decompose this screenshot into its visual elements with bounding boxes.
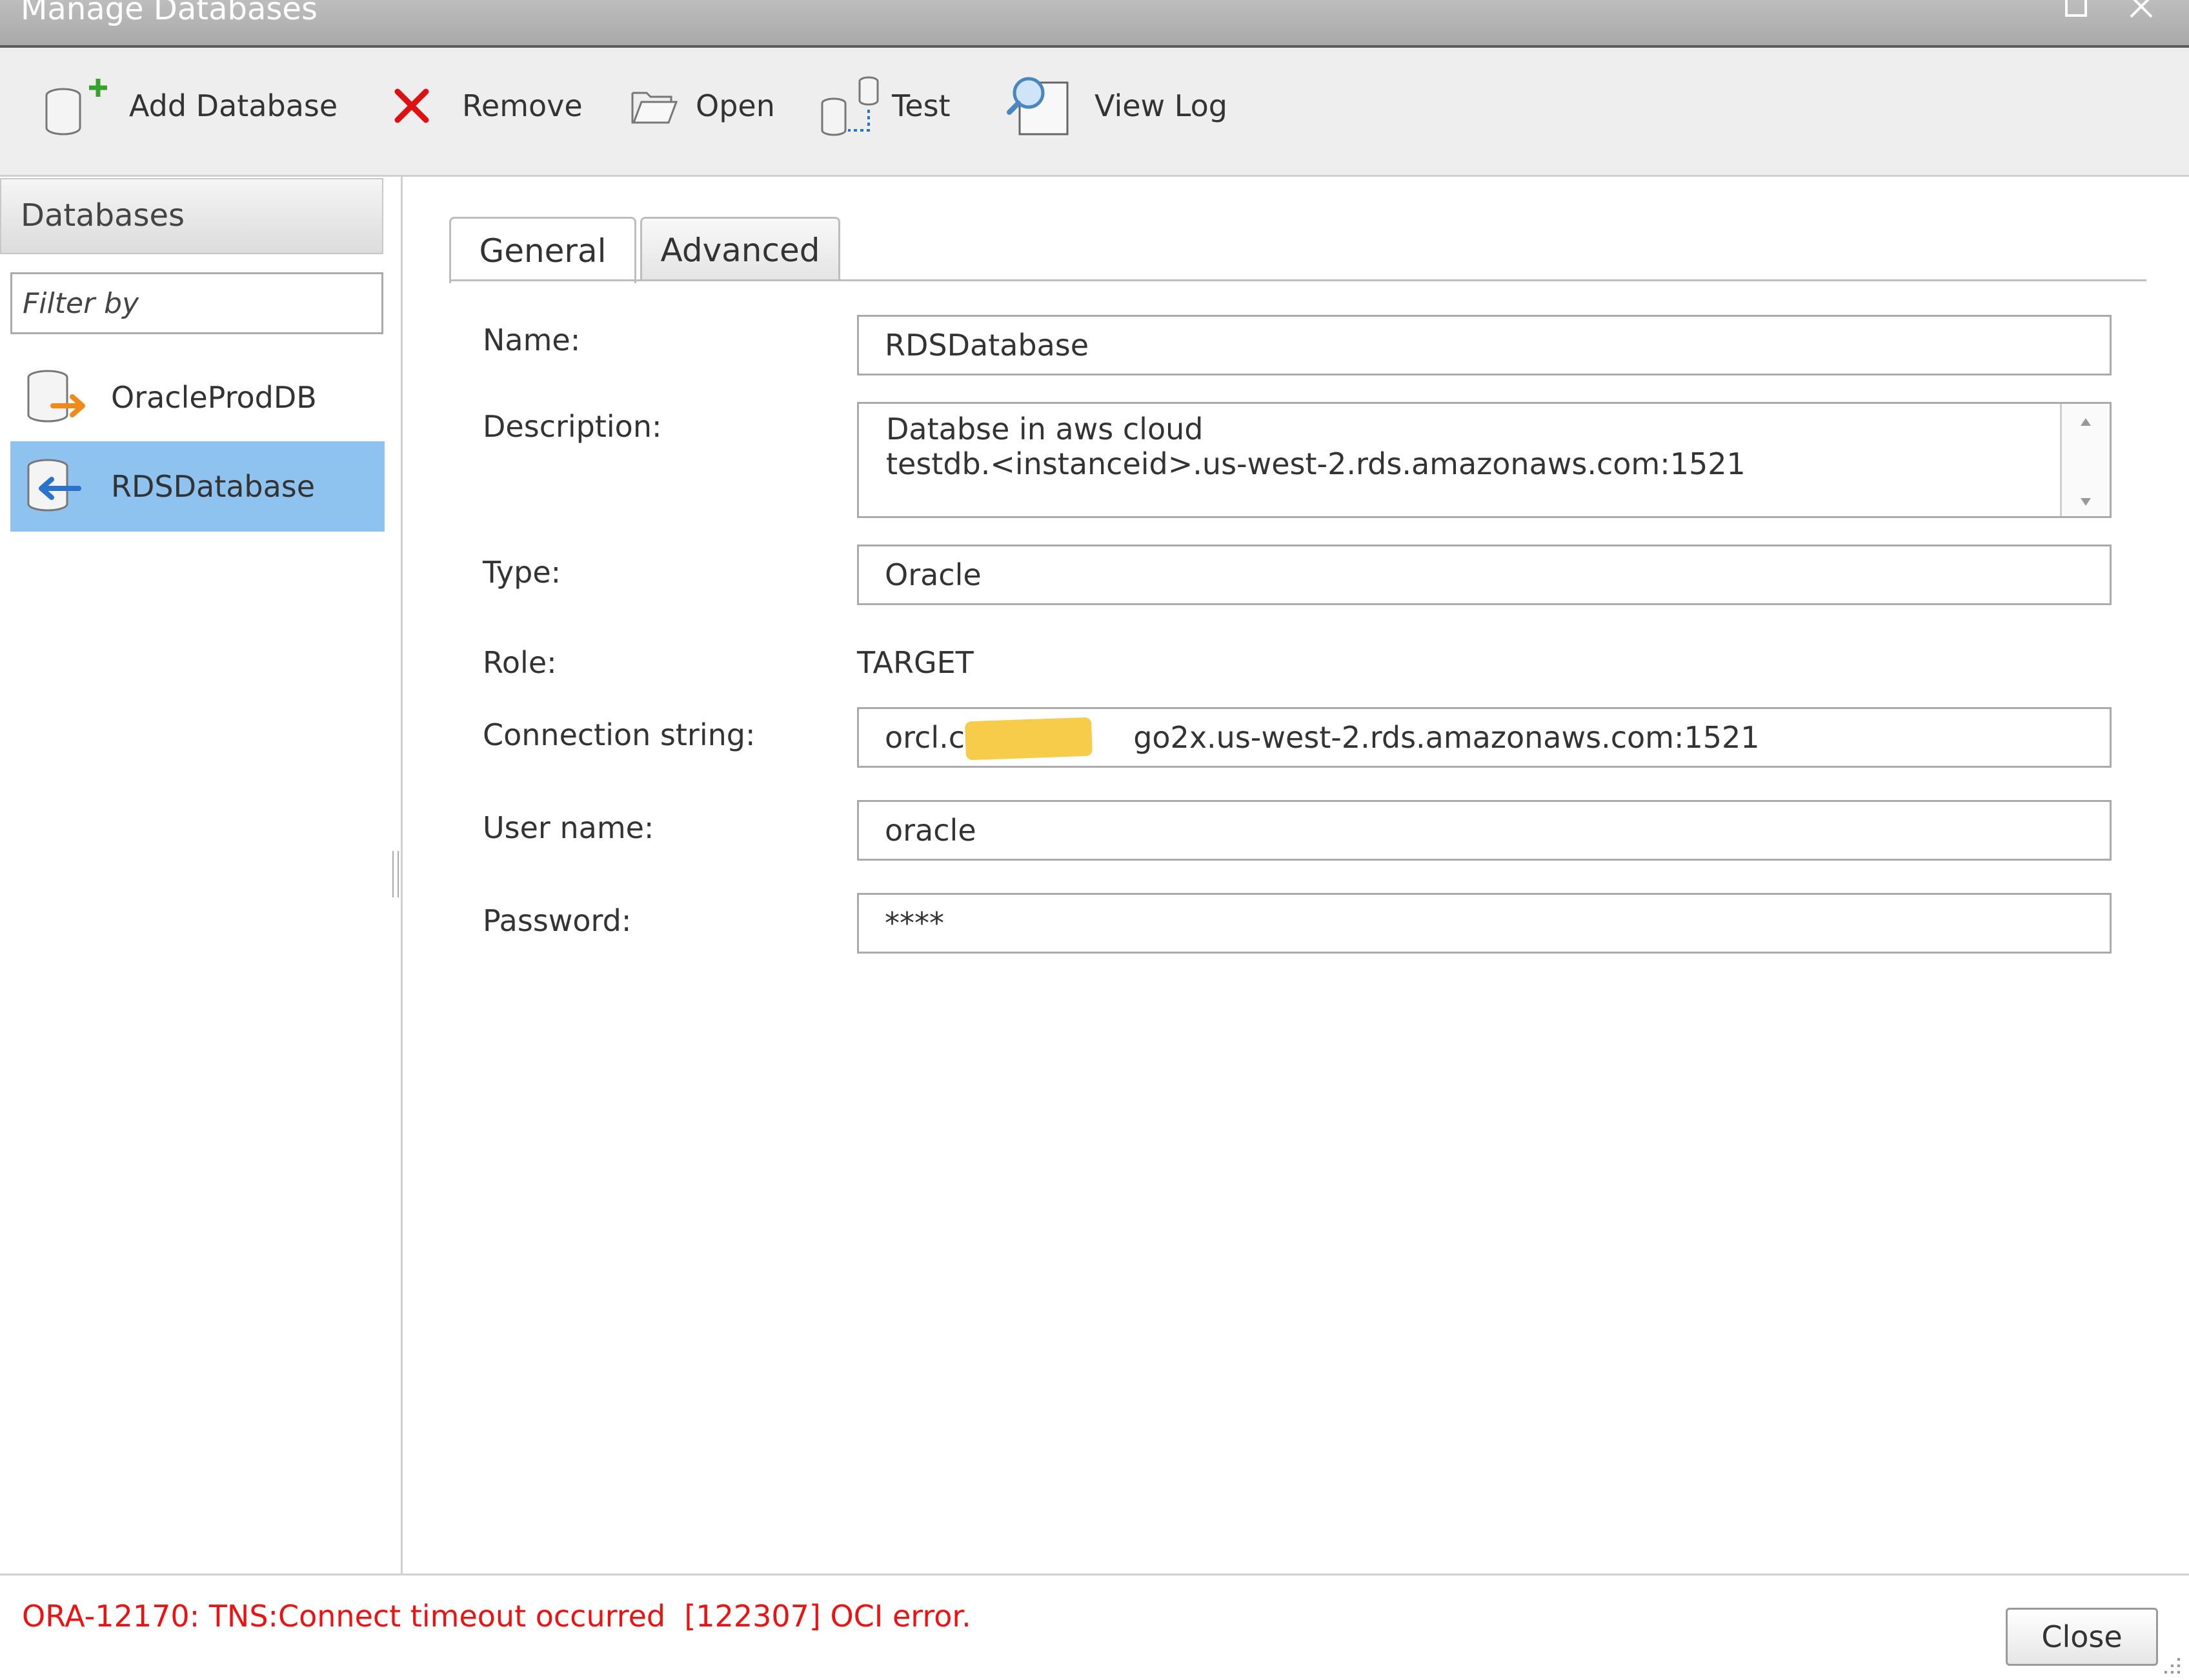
scrollbar-arrows-icon <box>2081 418 2091 506</box>
databases-panel: Databases OracleProdDB RDSDatabase <box>0 177 392 1574</box>
view-log-button[interactable]: View Log <box>1007 74 1227 138</box>
name-field[interactable] <box>857 315 2112 375</box>
window-title: Manage Databases <box>21 0 318 27</box>
test-connection-icon <box>821 76 879 136</box>
databases-header-label: Databases <box>21 197 185 234</box>
database-item-label: RDSDatabase <box>111 469 316 504</box>
databases-header: Databases <box>0 178 383 254</box>
toolbar: Add Database Remove Open Test View Log <box>0 48 2189 177</box>
resize-grip-icon[interactable] <box>2158 1652 2184 1677</box>
target-database-icon <box>27 459 81 512</box>
connection-string-label: Connection string: <box>483 717 756 752</box>
close-window-icon[interactable] <box>2126 0 2157 21</box>
role-label: Role: <box>483 645 557 680</box>
status-bar: ORA-12170: TNS:Connect timeout occurred … <box>0 1574 2189 1680</box>
tab-advanced[interactable]: Advanced <box>640 217 840 281</box>
filter-input[interactable] <box>10 272 383 334</box>
role-value: TARGET <box>857 645 974 680</box>
add-database-icon <box>45 79 107 135</box>
database-item-oracleproddb[interactable]: OracleProdDB <box>10 352 385 443</box>
remove-label: Remove <box>462 88 583 123</box>
username-label: User name: <box>483 810 654 845</box>
remove-x-icon <box>394 88 429 123</box>
add-database-button[interactable]: Add Database <box>39 74 338 138</box>
username-field[interactable] <box>857 800 2112 861</box>
view-log-icon <box>1007 77 1069 135</box>
remove-button[interactable]: Remove <box>391 74 583 138</box>
type-label: Type: <box>483 555 561 590</box>
database-item-label: OracleProdDB <box>111 380 317 415</box>
error-message: ORA-12170: TNS:Connect timeout occurred … <box>22 1599 971 1634</box>
test-label: Test <box>892 88 951 123</box>
panel-splitter[interactable] <box>390 177 403 1574</box>
tab-general[interactable]: General <box>449 217 636 283</box>
open-label: Open <box>696 88 775 123</box>
close-button[interactable]: Close <box>2006 1608 2158 1666</box>
description-scrollbar[interactable] <box>2060 404 2110 516</box>
title-bar: Manage Databases <box>0 0 2189 48</box>
open-button[interactable]: Open <box>630 74 775 138</box>
name-label: Name: <box>483 323 581 357</box>
maximize-icon[interactable] <box>2061 0 2092 21</box>
description-label: Description: <box>483 409 662 444</box>
view-log-label: View Log <box>1094 88 1227 123</box>
test-button[interactable]: Test <box>818 74 951 138</box>
folder-open-icon <box>631 92 678 124</box>
splitter-grip[interactable] <box>392 851 399 897</box>
tab-divider <box>449 279 2146 281</box>
password-field[interactable] <box>857 893 2112 954</box>
source-database-icon <box>27 370 85 423</box>
password-label: Password: <box>483 903 632 938</box>
description-text: Databse in aws cloud testdb.<instanceid>… <box>886 412 1746 481</box>
redaction-mark <box>965 717 1093 761</box>
database-item-rdsdatabase[interactable]: RDSDatabase <box>10 441 385 532</box>
type-field[interactable] <box>857 545 2112 605</box>
description-field[interactable]: Databse in aws cloud testdb.<instanceid>… <box>857 402 2112 518</box>
add-database-label: Add Database <box>129 88 338 123</box>
